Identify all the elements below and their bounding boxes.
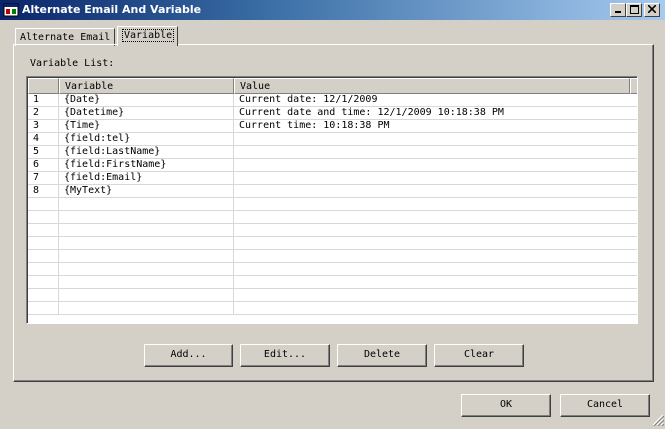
maximize-button[interactable] (626, 3, 642, 17)
value-cell (234, 172, 637, 185)
value-cell (234, 133, 637, 146)
tab-variable-label: Variable (122, 29, 175, 42)
row-number-cell (28, 211, 59, 224)
row-number-cell: 4 (28, 133, 59, 146)
value-cell (234, 198, 637, 211)
row-number-cell: 7 (28, 172, 59, 185)
variable-cell: {field:LastName} (59, 146, 234, 159)
value-cell (234, 289, 637, 302)
row-number-cell (28, 289, 59, 302)
edit-button[interactable]: Edit... (240, 344, 330, 367)
row-number-cell (28, 263, 59, 276)
variable-cell: {Time} (59, 120, 234, 133)
cancel-button[interactable]: Cancel (560, 394, 650, 417)
column-header-filler (630, 78, 637, 94)
grid-body: 1 {Date} Current date: 12/1/2009 2 {Datetime… (28, 94, 637, 323)
row-number-cell (28, 237, 59, 250)
variable-cell (59, 302, 234, 315)
tab-alternate-email-label: Alternate Email (20, 32, 111, 43)
empty-table-row (28, 289, 637, 302)
row-number-cell: 1 (28, 94, 59, 107)
minimize-button[interactable] (610, 3, 626, 17)
row-number-cell (28, 250, 59, 263)
resize-grip-icon[interactable] (652, 414, 665, 427)
value-cell (234, 185, 637, 198)
empty-table-row (28, 198, 637, 211)
column-header-value[interactable]: Value (234, 78, 630, 94)
row-number-cell (28, 302, 59, 315)
variable-cell (59, 276, 234, 289)
row-number-cell (28, 276, 59, 289)
delete-button[interactable]: Delete (337, 344, 427, 367)
window-title: Alternate Email And Variable (22, 3, 202, 16)
value-cell: Current date and time: 12/1/2009 10:18:3… (234, 107, 637, 120)
column-header-variable[interactable]: Variable (59, 78, 234, 94)
clear-button[interactable]: Clear (434, 344, 524, 367)
row-number-cell: 5 (28, 146, 59, 159)
row-header-corner (28, 78, 59, 94)
variable-grid[interactable]: Variable Value 1 {Date} Current date: 12/1… (26, 76, 638, 324)
variable-list-label: Variable List: (30, 58, 115, 69)
variable-cell (59, 250, 234, 263)
variable-cell: {Datetime} (59, 107, 234, 120)
variable-cell (59, 237, 234, 250)
variable-cell: {field:FirstName} (59, 159, 234, 172)
tab-variable[interactable]: Variable (117, 26, 178, 46)
close-icon (648, 5, 656, 13)
empty-table-row (28, 263, 637, 276)
grid-header: Variable Value (28, 78, 637, 94)
value-cell: Current date: 12/1/2009 (234, 94, 637, 107)
value-cell (234, 237, 637, 250)
variable-cell: {MyText} (59, 185, 234, 198)
ok-button[interactable]: OK (461, 394, 551, 417)
value-cell (234, 211, 637, 224)
table-row[interactable]: 4 {field:tel} (28, 133, 637, 146)
maximize-icon (629, 5, 639, 14)
empty-table-row (28, 211, 637, 224)
add-button[interactable]: Add... (144, 344, 233, 367)
dialog-window: Alternate Email And Variable Alternate E… (0, 0, 665, 427)
value-cell (234, 159, 637, 172)
row-number-cell (28, 198, 59, 211)
value-cell (234, 224, 637, 237)
empty-table-row (28, 224, 637, 237)
row-number-cell (28, 224, 59, 237)
table-row[interactable]: 6 {field:FirstName} (28, 159, 637, 172)
row-number-cell: 6 (28, 159, 59, 172)
empty-table-row (28, 237, 637, 250)
table-row[interactable]: 7 {field:Email} (28, 172, 637, 185)
empty-table-row (28, 276, 637, 289)
value-cell (234, 302, 637, 315)
variable-cell: {field:tel} (59, 133, 234, 146)
table-row[interactable]: 8 {MyText} (28, 185, 637, 198)
variable-cell (59, 263, 234, 276)
variable-cell (59, 224, 234, 237)
row-number-cell: 2 (28, 107, 59, 120)
table-row[interactable]: 2 {Datetime} Current date and time: 12/1/2… (28, 107, 637, 120)
value-cell (234, 250, 637, 263)
row-number-cell: 8 (28, 185, 59, 198)
variable-cell (59, 289, 234, 302)
variable-cell (59, 211, 234, 224)
close-button[interactable] (644, 3, 660, 17)
table-row[interactable]: 1 {Date} Current date: 12/1/2009 (28, 94, 637, 107)
app-window-icon (3, 2, 19, 18)
value-cell (234, 146, 637, 159)
value-cell (234, 263, 637, 276)
value-cell (234, 276, 637, 289)
empty-table-row (28, 250, 637, 263)
table-row[interactable]: 5 {field:LastName} (28, 146, 637, 159)
value-cell: Current time: 10:18:38 PM (234, 120, 637, 133)
variable-cell: {Date} (59, 94, 234, 107)
row-number-cell: 3 (28, 120, 59, 133)
variable-cell (59, 198, 234, 211)
table-row[interactable]: 3 {Time} Current time: 10:18:38 PM (28, 120, 637, 133)
variable-cell: {field:Email} (59, 172, 234, 185)
empty-table-row (28, 302, 637, 315)
minimize-icon (615, 11, 621, 13)
title-bar[interactable]: Alternate Email And Variable (0, 0, 665, 20)
